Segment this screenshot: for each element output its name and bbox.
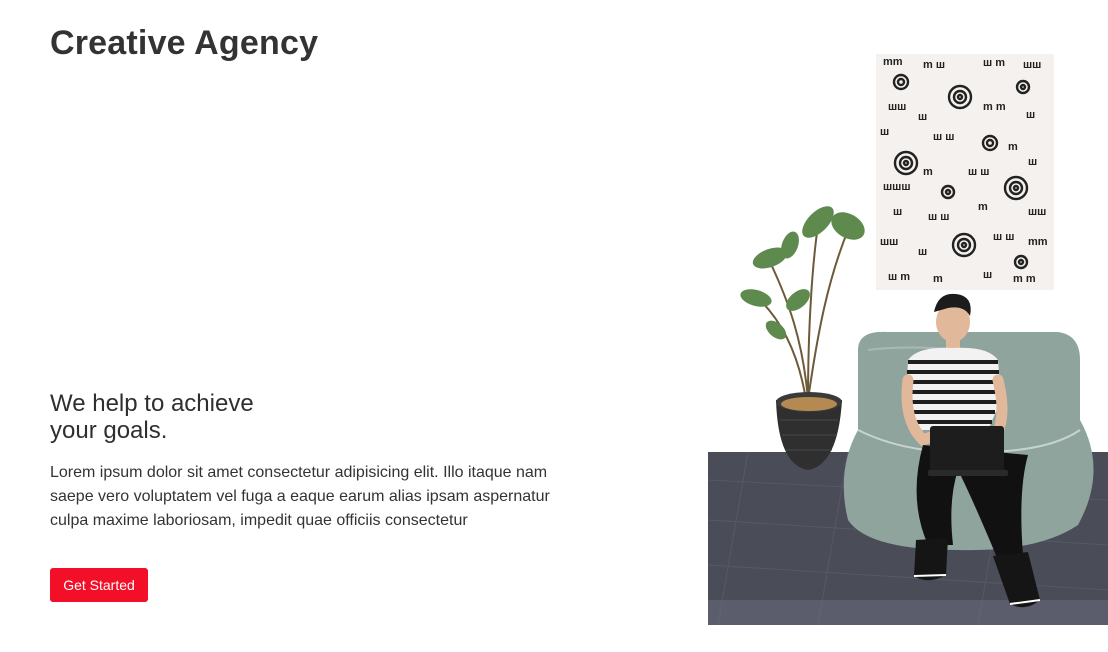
svg-text:mm: mm [1028,236,1048,248]
svg-text:ш ш: ш ш [993,231,1014,243]
svg-text:ш: ш [983,269,992,281]
svg-text:mm: mm [883,56,903,68]
svg-text:ш: ш [1028,156,1037,168]
svg-text:m ш: m ш [923,59,945,71]
hero-heading-line1: We help to achieve [50,390,254,417]
svg-text:ш m: ш m [888,271,910,283]
svg-text:m: m [978,201,988,213]
svg-text:шшш: шшш [883,181,911,193]
svg-text:ш ш: ш ш [933,131,954,143]
svg-text:m: m [923,166,933,178]
get-started-button[interactable]: Get Started [50,568,148,602]
svg-text:шш: шш [1023,59,1041,71]
brand-title[interactable]: Creative Agency [50,24,318,63]
svg-text:ш ш: ш ш [968,166,989,178]
svg-text:шш: шш [880,236,898,248]
svg-text:шш: шш [1028,206,1046,218]
wall-art: mm m шш m шш шшшm mш ш шmш шшшm ш шш шш шm ш… [876,54,1054,290]
hero-heading-line2: your goals. [50,417,168,444]
svg-text:ш: ш [918,246,927,258]
svg-text:m m: m m [1013,273,1036,285]
svg-text:m: m [933,273,943,285]
svg-text:шш: шш [888,101,906,113]
hero-heading: We help to achieve your goals. [50,390,310,444]
svg-text:m: m [1008,141,1018,153]
hero-photo: mm m шш m шш шш ш m mш ш шmш шшш m ш шш шш шmш… [708,0,1108,625]
svg-text:ш: ш [880,126,889,138]
svg-text:ш: ш [893,206,902,218]
landing-page: Creative Agency We help to achieve your … [0,0,1108,652]
svg-text:m m: m m [983,101,1006,113]
svg-text:ш ш: ш ш [928,211,949,223]
hero-description: Lorem ipsum dolor sit amet consectetur a… [50,464,550,529]
svg-text:ш m: ш m [983,57,1005,69]
svg-text:ш: ш [1026,109,1035,121]
svg-text:ш: ш [918,111,927,123]
